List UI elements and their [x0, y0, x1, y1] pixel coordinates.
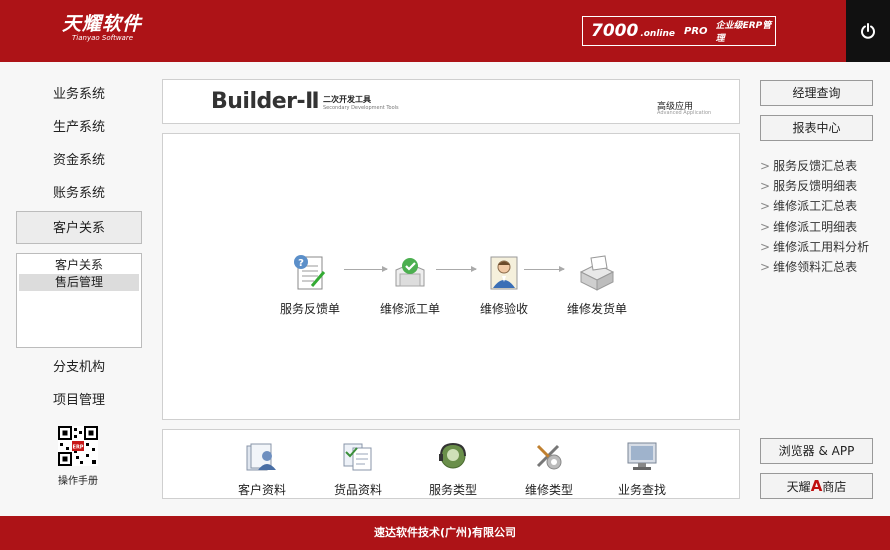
badge-erp: 企业级ERP管理 — [715, 21, 772, 44]
tool-customer-data[interactable]: 客户资料 — [226, 440, 298, 498]
repair-shipment-icon — [579, 255, 615, 291]
business-search-icon — [627, 442, 657, 470]
tool-label: 维修类型 — [524, 483, 573, 497]
builder-en-subtitle: Secondary Development Tools — [323, 105, 399, 111]
report-links: > 服务反馈汇总表 > 服务反馈明细表 > 维修派工汇总表 > 维修派工明细表 > 维修派… — [760, 156, 880, 277]
flow-step-label: 维修派工单 — [379, 302, 440, 316]
badge-number: 7000 — [591, 21, 639, 41]
flow-step-repair-dispatch[interactable]: 维修派工单 — [370, 252, 450, 317]
flow-step-service-feedback[interactable]: ? 服务反馈单 — [270, 252, 350, 317]
tool-label: 业务查找 — [617, 483, 666, 497]
left-nav-lower: 分支机构 项目管理 — [16, 351, 142, 417]
flow-step-repair-shipment[interactable]: 维修发货单 — [557, 252, 637, 317]
nav-item-crm[interactable]: 客户关系 — [16, 211, 142, 244]
flow-step-label: 维修发货单 — [566, 302, 627, 316]
flow-step-repair-acceptance[interactable]: 维修验收 — [464, 252, 544, 317]
left-nav: 业务系统 生产系统 资金系统 账务系统 客户关系 — [16, 78, 142, 244]
builder-banner[interactable]: Builder-Ⅱ 二次开发工具 Secondary Development T… — [162, 79, 740, 124]
subnav-item-aftersales[interactable]: 售后管理 — [19, 274, 139, 291]
svg-text:?: ? — [298, 258, 304, 269]
nav-item-business[interactable]: 业务系统 — [16, 78, 142, 111]
badge-pro: PRO — [684, 25, 708, 37]
report-link[interactable]: > 维修领料汇总表 — [760, 257, 880, 277]
nav-item-production[interactable]: 生产系统 — [16, 111, 142, 144]
flow-step-label: 服务反馈单 — [279, 302, 340, 316]
tool-label: 客户资料 — [237, 483, 286, 497]
service-feedback-icon: ? — [294, 255, 326, 290]
nav-item-funds[interactable]: 资金系统 — [16, 144, 142, 177]
qr-code-icon[interactable]: ERP — [58, 426, 98, 466]
manager-query-button[interactable]: 经理查询 — [760, 80, 873, 106]
builder-title: Builder-Ⅱ — [211, 89, 320, 114]
app-store-button[interactable]: 天耀A商店 — [760, 473, 873, 499]
power-icon — [861, 23, 875, 39]
store-a-logo: A — [810, 477, 823, 495]
footer: 速达软件技术(广州)有限公司 — [0, 516, 890, 550]
flow-step-label: 维修验收 — [479, 302, 528, 316]
crm-subpanel: 客户关系 售后管理 — [16, 253, 142, 348]
footer-company: 速达软件技术(广州)有限公司 — [373, 526, 517, 539]
logo-text: 天耀软件 — [62, 13, 143, 35]
tool-repair-type[interactable]: 维修类型 — [513, 440, 585, 498]
advanced-app-en-label: Advanced Application — [657, 110, 712, 116]
nav-item-project[interactable]: 项目管理 — [16, 384, 142, 417]
nav-item-accounting[interactable]: 账务系统 — [16, 177, 142, 210]
report-link[interactable]: > 维修派工用料分析 — [760, 237, 880, 257]
report-link[interactable]: > 服务反馈汇总表 — [760, 156, 880, 176]
tool-label: 服务类型 — [428, 483, 477, 497]
manual-label: 操作手册 — [58, 476, 98, 487]
company-logo: 天耀软件 Tianyao Software — [62, 14, 142, 43]
repair-acceptance-icon — [490, 256, 518, 290]
tool-business-search[interactable]: 业务查找 — [606, 440, 678, 498]
product-badge: 7000 .online PRO 企业级ERP管理 — [582, 16, 776, 46]
repair-type-icon — [536, 444, 562, 470]
workflow-panel: ? 服务反馈单 维修派工单 维修验收 维修发货单 — [162, 133, 740, 420]
browser-app-button[interactable]: 浏览器 & APP — [760, 438, 873, 464]
report-link[interactable]: > 服务反馈明细表 — [760, 176, 880, 196]
repair-dispatch-icon — [395, 258, 425, 287]
report-link[interactable]: > 维修派工明细表 — [760, 217, 880, 237]
badge-online: .online — [640, 28, 676, 39]
report-link[interactable]: > 维修派工汇总表 — [760, 196, 880, 216]
subnav-item-customer[interactable]: 客户关系 — [17, 257, 141, 274]
tool-service-type[interactable]: 服务类型 — [417, 440, 489, 498]
customer-data-icon — [246, 443, 276, 471]
svg-text:ERP: ERP — [73, 445, 84, 451]
goods-data-icon — [343, 443, 372, 471]
report-center-button[interactable]: 报表中心 — [760, 115, 873, 141]
top-header: 天耀软件 Tianyao Software 7000 .online PRO 企… — [0, 0, 890, 62]
service-type-icon — [439, 442, 466, 469]
tools-panel: 客户资料 货品资料 服务类型 维修类型 业务查找 — [162, 429, 740, 499]
power-button[interactable] — [846, 0, 890, 62]
logo-subtext: Tianyao Software — [72, 34, 134, 42]
builder-cn-subtitle: 二次开发工具 — [323, 95, 371, 104]
tool-label: 货品资料 — [333, 483, 382, 497]
tool-goods-data[interactable]: 货品资料 — [322, 440, 394, 498]
nav-item-branch[interactable]: 分支机构 — [16, 351, 142, 384]
